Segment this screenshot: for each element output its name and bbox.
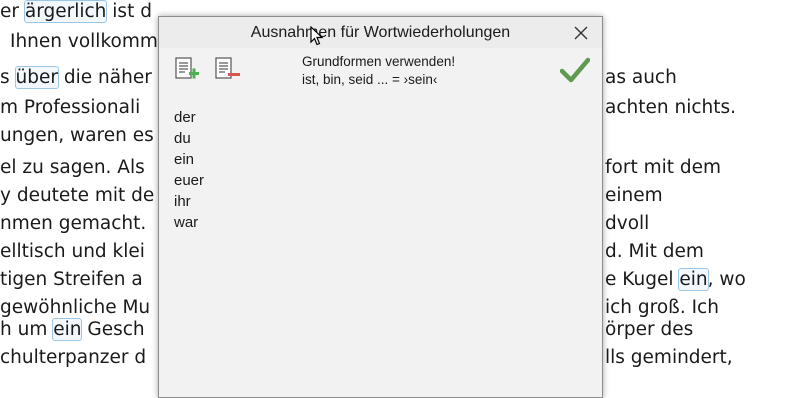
document-line: h um ein Gesch [0,318,145,342]
document-line: achten nichts. [605,96,736,120]
document-text: m Professionali [0,97,141,118]
document-text: ist d [106,1,152,22]
document-line: e Kugel ein, wo [605,268,746,292]
document-line: fort mit dem [605,156,721,180]
add-word-button[interactable] [172,55,202,85]
document-line: m Professionali [0,96,140,120]
word-item[interactable]: der [174,107,204,128]
document-text: örper des [605,319,694,340]
document-text: dvoll [605,213,650,234]
document-text: einem [605,185,663,206]
word-item[interactable]: du [174,128,204,149]
document-text: die näher [58,67,152,88]
word-item[interactable]: ein [174,149,204,170]
document-line: elltisch und klei [0,240,145,264]
repetition-highlight[interactable]: ärgerlich [23,0,108,23]
word-item[interactable]: ihr [174,191,204,212]
word-list: der du ein euer ihr war [174,107,204,233]
document-line: s über die näher [0,66,152,90]
document-line: y deutete mit de [0,184,154,208]
remove-list-icon [215,57,240,79]
remove-word-button[interactable] [212,55,242,85]
repetition-highlight[interactable]: ein [678,268,709,291]
document-text: er [0,1,25,22]
document-text: , wo [707,269,746,290]
base-forms-hint: Grundformen verwenden! ist, bin, seid ..… [302,53,455,89]
document-text: nmen gemacht. [0,213,147,234]
document-text: y deutete mit de [0,185,155,206]
document-line: ich groß. Ich [605,296,719,320]
document-text: ich groß. Ich [605,297,719,318]
document-line: nmen gemacht. [0,212,146,236]
document-line: el zu sagen. Als [0,156,145,180]
confirm-button[interactable] [559,57,591,87]
document-text: ungen, waren es [0,125,154,146]
document-text: fort mit dem [605,157,722,178]
document-line: gewöhnliche Mu [0,296,150,320]
document-line: er ärgerlich ist d [0,0,152,24]
document-line: dvoll [605,212,649,236]
mouse-cursor-icon [310,26,324,46]
document-line: tigen Streifen a [0,268,143,292]
document-line: lls gemindert, [605,346,733,370]
add-list-icon [175,57,199,79]
document-text: h um [0,319,54,340]
dialog-content: Grundformen verwenden! ist, bin, seid ..… [160,49,601,397]
document-line: chulterpanzer d [0,346,146,370]
document-text: lls gemindert, [605,347,733,368]
word-item[interactable]: war [174,212,204,233]
document-text: s [0,67,16,88]
word-item[interactable]: euer [174,170,204,191]
document-text: el zu sagen. Als [0,157,145,178]
document-text: Gesch [81,319,145,340]
document-line: as auch [605,66,677,90]
document-text: d. Mit dem [605,241,704,262]
document-text: chulterpanzer d [0,347,147,368]
document-text: as auch [605,67,677,88]
document-line: ungen, waren es [0,124,154,148]
close-icon [574,26,588,40]
document-line: Ihnen vollkomm [10,30,158,54]
document-line: örper des [605,318,693,342]
exceptions-dialog: Ausnahmen für Wortwiederholungen Grundfo… [158,16,603,398]
document-text: e Kugel [605,269,680,290]
base-forms-title: Grundformen verwenden! [302,54,456,69]
document-text: elltisch und klei [0,241,145,262]
dialog-titlebar[interactable]: Ausnahmen für Wortwiederholungen [159,17,602,48]
document-text: achten nichts. [605,97,737,118]
dialog-title: Ausnahmen für Wortwiederholungen [250,24,511,41]
repetition-highlight[interactable]: ein [52,318,83,341]
document-line: einem [605,184,663,208]
repetition-highlight[interactable]: über [14,66,60,89]
close-button[interactable] [566,20,596,46]
document-line: d. Mit dem [605,240,704,264]
document-text: gewöhnliche Mu [0,297,151,318]
document-text: Ihnen vollkomm [10,31,158,52]
document-text: tigen Streifen a [0,269,143,290]
checkmark-icon [559,57,591,83]
base-forms-example: ist, bin, seid ... = ›sein‹ [302,72,438,87]
